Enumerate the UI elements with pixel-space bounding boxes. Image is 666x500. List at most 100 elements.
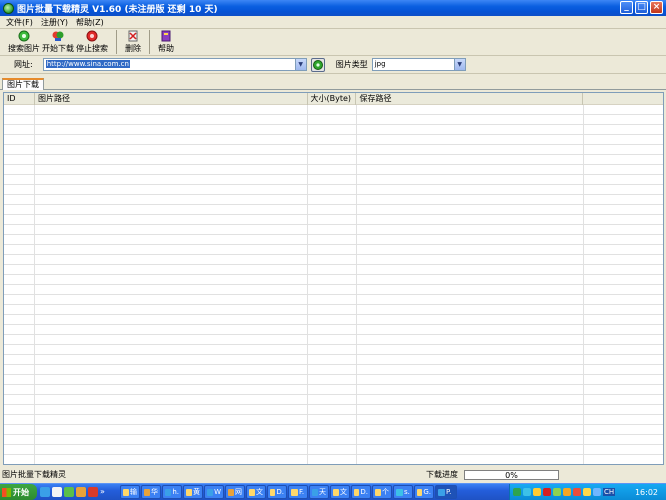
taskbar-task-button[interactable]: F. [288, 485, 308, 499]
column-image-path[interactable]: 图片路径 [35, 93, 308, 105]
tray-volume-icon[interactable] [593, 488, 601, 496]
start-download-label: 开始下载 [42, 44, 74, 53]
go-button[interactable] [310, 57, 325, 72]
menu-help[interactable]: 帮助(Z) [76, 17, 104, 28]
taskbar-task-button[interactable]: 天 [309, 485, 329, 499]
task-label: 文 [340, 488, 347, 496]
taskbar-task-button[interactable]: 黄 [183, 485, 203, 499]
search-icon [18, 30, 30, 42]
tray-app-icon[interactable] [533, 488, 541, 496]
column-filler [583, 93, 663, 105]
column-divider [34, 105, 35, 464]
app-shortcut-icon[interactable] [88, 487, 98, 497]
download-list[interactable]: ID 图片路径 大小(Byte) 保存路径 [3, 92, 664, 465]
url-label: 网址: [14, 60, 33, 69]
ie-icon[interactable] [40, 487, 50, 497]
stop-search-label: 停止搜索 [76, 44, 108, 53]
system-tray: CH 16:02 [509, 484, 666, 500]
clock[interactable]: 16:02 [635, 488, 666, 497]
minimize-button[interactable]: _ [620, 1, 633, 14]
start-button[interactable]: 开始 [0, 484, 37, 500]
desktop-icon[interactable] [52, 487, 62, 497]
task-label: W [214, 488, 221, 496]
task-label: 天 [319, 488, 326, 496]
image-type-select[interactable]: jpg ▼ [371, 58, 466, 71]
search-images-button[interactable]: 搜索图片 [8, 30, 40, 54]
chevron-down-icon[interactable]: ▼ [294, 59, 306, 70]
task-app-icon [186, 488, 192, 496]
tray-signal-icon[interactable] [553, 488, 561, 496]
task-app-icon [312, 488, 318, 496]
task-label: 个 [382, 488, 389, 496]
status-text: 图片批量下载精灵 [2, 470, 66, 479]
task-label: 输 [130, 488, 137, 496]
task-app-icon [291, 488, 298, 496]
menu-register[interactable]: 注册(Y) [41, 17, 68, 28]
url-value: http://www.sina.com.cn [45, 60, 130, 68]
taskbar-task-button[interactable]: D. [267, 485, 287, 499]
menu-bar: 文件(F) 注册(Y) 帮助(Z) [0, 16, 666, 29]
task-app-icon [333, 488, 339, 496]
folder-icon[interactable] [76, 487, 86, 497]
tray-qq-icon[interactable] [563, 488, 571, 496]
chevron-down-icon[interactable]: ▼ [453, 59, 465, 70]
task-label: h. [172, 488, 179, 496]
taskbar-task-button[interactable]: P. [435, 485, 457, 499]
column-save-path[interactable]: 保存路径 [356, 93, 584, 105]
app-icon [3, 2, 14, 14]
task-app-icon [123, 488, 129, 496]
url-combobox[interactable]: http://www.sina.com.cn ▼ [42, 58, 307, 71]
list-body[interactable] [4, 105, 663, 464]
task-app-icon [165, 488, 172, 496]
column-id[interactable]: ID [4, 93, 35, 105]
taskbar-task-button[interactable]: D. [351, 485, 371, 499]
language-indicator[interactable]: CH [603, 488, 616, 496]
taskbar-task-button[interactable]: 华 [141, 485, 161, 499]
taskbar-task-button[interactable]: s. [393, 485, 413, 499]
quick-launch-chevron[interactable]: » [100, 487, 105, 497]
task-label: G. [423, 488, 431, 496]
tray-kingsoft-icon[interactable] [543, 488, 551, 496]
task-app-icon [396, 488, 403, 496]
media-icon[interactable] [64, 487, 74, 497]
taskbar-task-button[interactable]: 文 [330, 485, 350, 499]
maximize-button[interactable]: □ [635, 1, 648, 14]
start-download-button[interactable]: 开始下载 [42, 30, 74, 54]
tray-qq2-icon[interactable] [583, 488, 591, 496]
taskbar-task-button[interactable]: 输 [120, 485, 140, 499]
taskbar-task-button[interactable]: 网 [225, 485, 245, 499]
tray-ie-icon[interactable] [523, 488, 531, 496]
task-label: D. [276, 488, 284, 496]
taskbar-task-button[interactable]: 文 [246, 485, 266, 499]
task-label: 华 [151, 488, 158, 496]
taskbar-task-button[interactable]: W [204, 485, 224, 499]
taskbar-task-button[interactable]: G. [414, 485, 434, 499]
task-buttons: 输 华 h. 黄 W 网 文 D. F. 天 文 D. 个 s. G. P. [120, 485, 457, 499]
tray-antivirus-icon[interactable] [573, 488, 581, 496]
toolbar-separator [149, 30, 150, 54]
tab-strip: 图片下载 [0, 78, 666, 90]
taskbar-task-button[interactable]: h. [162, 485, 182, 499]
tray-network-icon[interactable] [513, 488, 521, 496]
windows-logo-icon [2, 487, 11, 497]
task-app-icon [354, 488, 360, 496]
delete-button[interactable]: 删除 [125, 30, 141, 54]
task-app-icon [270, 488, 276, 496]
quick-launch: » [40, 487, 105, 497]
task-app-icon [438, 488, 445, 496]
menu-file[interactable]: 文件(F) [6, 17, 33, 28]
column-size[interactable]: 大小(Byte) [308, 93, 357, 105]
close-button[interactable]: × [650, 1, 663, 14]
toolbar: 搜索图片 开始下载 停止搜索 删除 帮助 [0, 29, 666, 56]
status-bar: 图片批量下载精灵 下载进度 0% [0, 469, 666, 481]
title-bar[interactable]: 图片批量下载精灵 V1.60 (未注册版 还剩 10 天) _ □ × [0, 0, 666, 16]
task-label: 文 [256, 488, 263, 496]
task-label: s. [404, 488, 410, 496]
tab-image-download[interactable]: 图片下载 [2, 78, 44, 90]
taskbar-task-button[interactable]: 个 [372, 485, 392, 499]
stop-icon [86, 30, 98, 42]
task-app-icon [144, 488, 150, 496]
help-button[interactable]: 帮助 [158, 30, 174, 54]
stop-search-button[interactable]: 停止搜索 [76, 30, 108, 54]
window-title: 图片批量下载精灵 V1.60 (未注册版 还剩 10 天) [17, 4, 218, 15]
